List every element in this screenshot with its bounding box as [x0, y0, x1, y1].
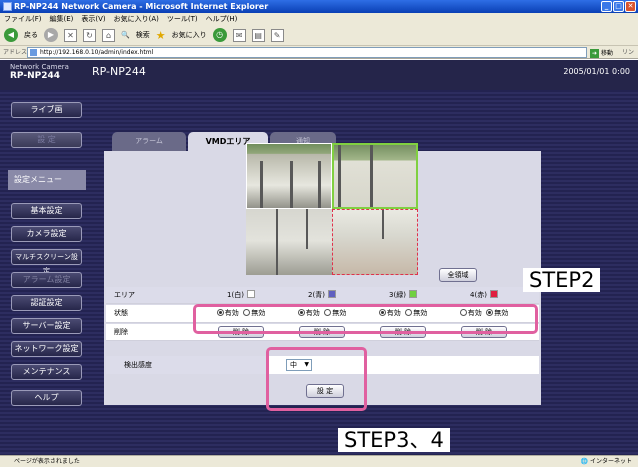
menu-edit[interactable]: 編集(E) [50, 13, 74, 25]
area-4-header: 4(赤) [444, 287, 524, 304]
sidebar-item-multiscreen[interactable]: マルチスクリーン設定 [11, 249, 82, 275]
menu-help[interactable]: ヘルプ(H) [206, 13, 238, 25]
setup-button[interactable]: 設 定 [11, 132, 82, 148]
all-area-button[interactable]: 全領域 [439, 268, 477, 282]
sidebar-item-server[interactable]: サーバー設定 [11, 318, 82, 334]
status-text: ページが表示されました [14, 458, 80, 465]
print-icon[interactable]: ▤ [251, 28, 265, 42]
area-1-header: 1(白) [201, 287, 281, 304]
menu-file[interactable]: ファイル(F) [4, 13, 42, 25]
back-label[interactable]: 戻る [24, 30, 38, 40]
sidebar-item-network[interactable]: ネットワーク設定 [11, 341, 82, 357]
zone-label: インターネット [589, 458, 632, 465]
camera-view-bl [246, 209, 332, 275]
refresh-icon[interactable]: ↻ [83, 28, 96, 42]
go-button[interactable]: ➜ 移動 [590, 47, 613, 60]
model-name: RP-NP244 [92, 65, 146, 78]
minimize-icon[interactable]: _ [601, 1, 612, 12]
sidebar-item-alarm[interactable]: アラーム設定 [11, 272, 82, 288]
search-icon[interactable]: 🔍 [121, 31, 130, 39]
mail-icon[interactable]: ✉ [232, 28, 246, 42]
area-4-swatch [489, 290, 498, 298]
setup-menu-title: 設定メニュー [8, 170, 86, 190]
sidebar-item-camera[interactable]: カメラ設定 [11, 226, 82, 242]
vmd-area-1-frame[interactable] [246, 143, 332, 209]
area-4-name: 4(赤) [470, 291, 487, 299]
search-label[interactable]: 検索 [136, 30, 150, 40]
tab-alarm[interactable]: アラーム [112, 132, 186, 151]
area-2-header: 2(青) [282, 287, 362, 304]
menu-tools[interactable]: ツール(T) [167, 13, 198, 25]
home-icon[interactable]: ⌂ [102, 28, 115, 42]
sidebar: ライブ画 設 定 設定メニュー 基本設定 カメラ設定 マルチスクリーン設定 アラ… [0, 90, 92, 455]
brand-logo: Network Camera RP-NP244 [10, 63, 69, 81]
vmd-area-3-frame[interactable] [332, 143, 418, 209]
area-1-swatch [246, 290, 255, 298]
area-2-name: 2(青) [308, 291, 325, 299]
page-icon [30, 49, 37, 56]
state-label: 状態 [114, 309, 128, 317]
go-label: 移動 [601, 50, 614, 57]
area-1-name: 1(白) [227, 291, 244, 299]
address-url: http://192.168.0.10/admin/index.html [40, 49, 154, 56]
area-label: エリア [114, 291, 135, 299]
menu-view[interactable]: 表示(V) [81, 13, 105, 25]
live-view-button[interactable]: ライブ画 [11, 102, 82, 118]
window-title: RP-NP244 Network Camera - Microsoft Inte… [14, 2, 269, 11]
area-header-row: エリア 1(白) 2(青) 3(緑) 4(赤) [106, 287, 539, 304]
sidebar-item-basic[interactable]: 基本設定 [11, 203, 82, 219]
favorites-star-icon[interactable]: ★ [156, 29, 166, 42]
edit-icon[interactable]: ✎ [270, 28, 284, 42]
sidebar-item-help[interactable]: ヘルプ [11, 390, 82, 406]
address-input[interactable]: http://192.168.0.10/admin/index.html [27, 47, 587, 58]
history-icon[interactable]: ◷ [212, 28, 227, 42]
step2-highlight [193, 304, 538, 334]
go-arrow-icon: ➜ [590, 49, 599, 58]
close-icon[interactable]: ✕ [625, 1, 636, 12]
camera-image[interactable] [246, 143, 418, 275]
step34-label: STEP3、4 [338, 428, 450, 452]
delete-label: 削除 [114, 328, 128, 336]
camera-datetime: 2005/01/01 0:00 [563, 67, 630, 76]
area-3-header: 3(緑) [363, 287, 443, 304]
step34-highlight [266, 347, 367, 411]
step2-label: STEP2 [523, 268, 601, 292]
sidebar-item-auth[interactable]: 認証設定 [11, 295, 82, 311]
vmd-area-4-frame[interactable] [332, 209, 418, 275]
menu-favorites[interactable]: お気に入り(A) [114, 13, 159, 25]
area-2-swatch [327, 290, 336, 298]
area-3-name: 3(緑) [389, 291, 406, 299]
stop-icon[interactable]: ✕ [64, 28, 77, 42]
sensitivity-label: 検出感度 [106, 356, 266, 374]
sidebar-item-maintenance[interactable]: メンテナンス [11, 364, 82, 380]
internet-zone: 🌐 インターネット [580, 458, 632, 465]
address-bar: アドレス(D) http://192.168.0.10/admin/index.… [0, 46, 638, 69]
forward-arrow-icon[interactable]: ▶ [44, 28, 58, 42]
ie-app-icon [3, 2, 12, 11]
browser-toolbar: ◀ 戻る ▶ ✕ ↻ ⌂ 🔍 検索 ★ お気に入り ◷ ✉ ▤ ✎ [0, 25, 638, 46]
brand-model: RP-NP244 [10, 71, 61, 81]
status-bar: ページが表示されました 🌐 インターネット [0, 455, 638, 467]
favorites-label[interactable]: お気に入り [172, 30, 207, 40]
maximize-icon[interactable]: □ [613, 1, 624, 12]
window-title-bar: RP-NP244 Network Camera - Microsoft Inte… [0, 0, 638, 13]
area-3-swatch [408, 290, 417, 298]
menu-bar: ファイル(F) 編集(E) 表示(V) お気に入り(A) ツール(T) ヘルプ(… [0, 13, 638, 25]
back-arrow-icon[interactable]: ◀ [4, 28, 18, 42]
camera-header: Network Camera RP-NP244 RP-NP244 2005/01… [0, 60, 638, 90]
